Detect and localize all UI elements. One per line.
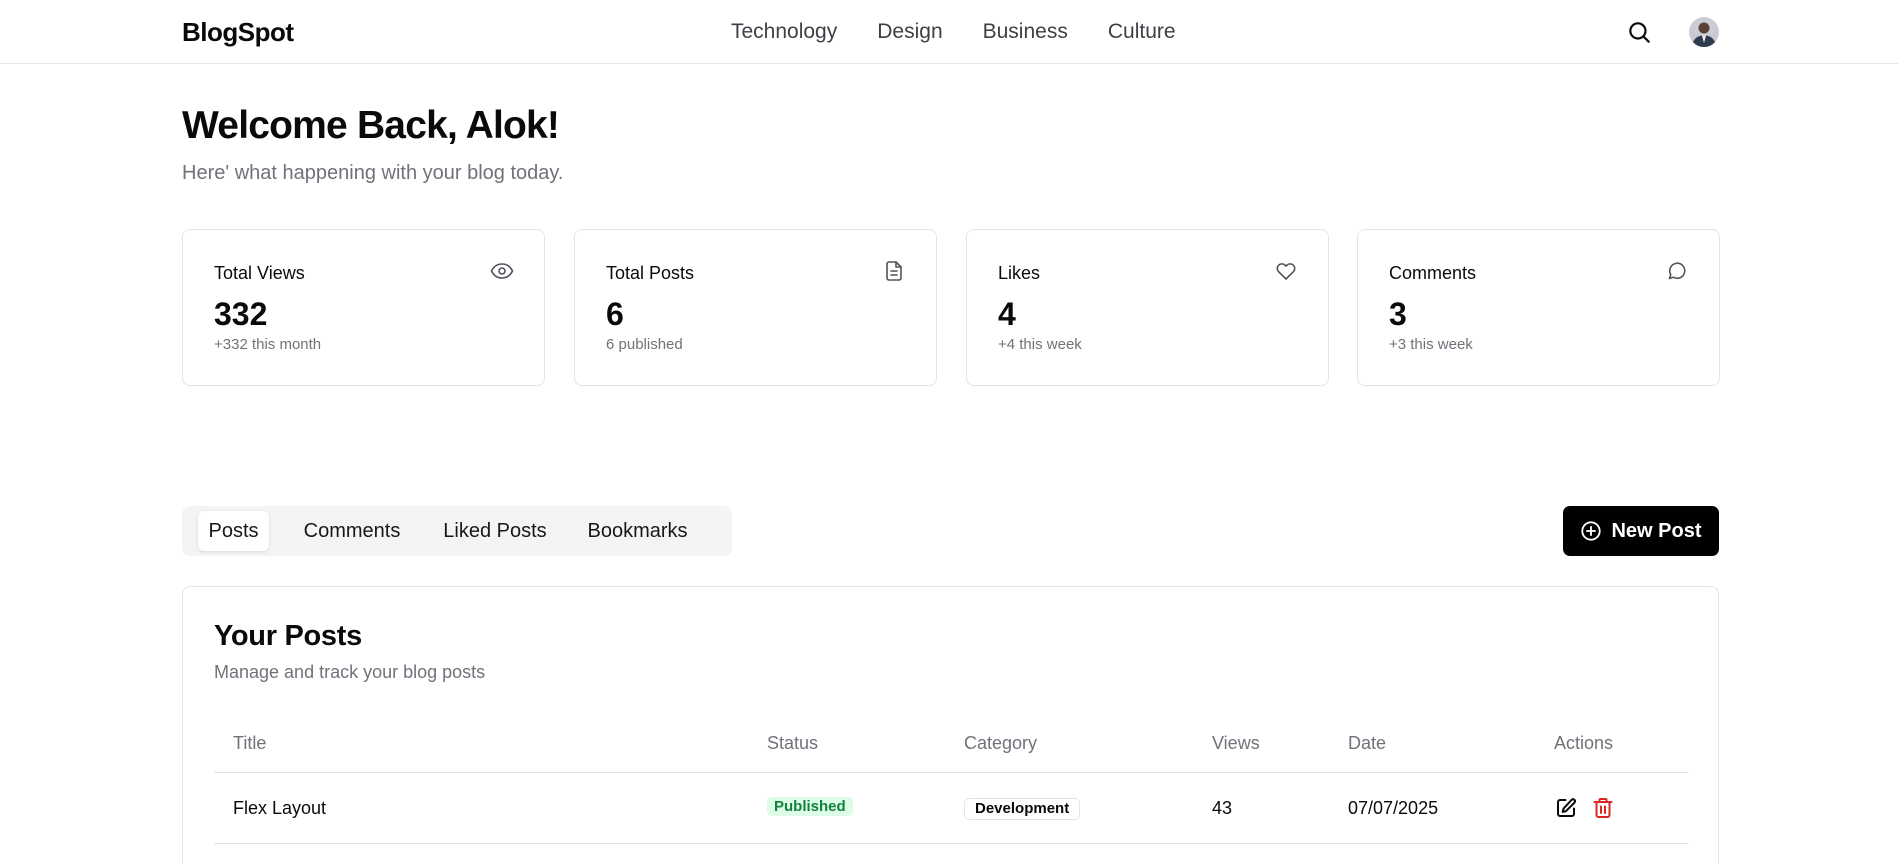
table-divider xyxy=(214,843,1689,844)
category-badge: Development xyxy=(964,798,1081,820)
stat-title: Likes xyxy=(998,263,1041,283)
tab-bookmarks[interactable]: Bookmarks xyxy=(577,511,698,551)
column-header-date[interactable]: Date xyxy=(1348,733,1386,754)
stat-note: +332 this month xyxy=(214,336,322,353)
new-post-button[interactable]: New Post xyxy=(1563,506,1719,556)
dashboard-tabs: Posts Comments Liked Posts Bookmarks xyxy=(182,506,732,556)
column-header-views[interactable]: Views xyxy=(1212,733,1260,754)
message-icon xyxy=(1665,259,1689,283)
tab-liked-posts[interactable]: Liked Posts xyxy=(432,511,558,551)
stat-note: +4 this week xyxy=(998,336,1082,353)
posts-panel: Your Posts Manage and track your blog po… xyxy=(182,586,1719,863)
posts-title: Your Posts xyxy=(214,620,362,652)
welcome-subtitle: Here' what happening with your blog toda… xyxy=(182,162,564,184)
plus-circle-icon xyxy=(1581,521,1602,541)
stat-title: Total Views xyxy=(214,263,305,283)
stat-title: Comments xyxy=(1389,263,1477,283)
main-nav: Technology Design Business Culture xyxy=(731,20,1176,44)
avatar[interactable] xyxy=(1689,17,1719,47)
stat-value: 4 xyxy=(998,296,1016,332)
stat-card-comments: Comments 3 +3 this week xyxy=(1357,229,1720,386)
column-header-category[interactable]: Category xyxy=(964,733,1037,754)
search-icon[interactable] xyxy=(1626,19,1652,45)
stat-card-likes: Likes 4 +4 this week xyxy=(966,229,1329,386)
stat-note: +3 this week xyxy=(1389,336,1473,353)
post-views: 43 xyxy=(1212,798,1233,818)
nav-link-business[interactable]: Business xyxy=(983,20,1068,44)
column-header-status[interactable]: Status xyxy=(767,733,818,754)
post-date: 07/07/2025 xyxy=(1348,798,1439,818)
heart-icon xyxy=(1274,259,1298,283)
column-header-actions: Actions xyxy=(1554,733,1614,753)
stat-value: 3 xyxy=(1389,296,1407,332)
brand-logo[interactable]: BlogSpot xyxy=(182,17,294,48)
stat-value: 332 xyxy=(214,296,268,332)
stat-title: Total Posts xyxy=(606,263,695,283)
status-badge: Published xyxy=(767,797,853,816)
new-post-label: New Post xyxy=(1611,519,1702,542)
post-title[interactable]: Flex Layout xyxy=(233,798,326,819)
column-header-title[interactable]: Title xyxy=(233,733,266,754)
top-nav-bar: BlogSpot Technology Design Business Cult… xyxy=(0,0,1898,64)
document-icon xyxy=(882,259,906,283)
stat-value: 6 xyxy=(606,296,624,332)
edit-icon[interactable] xyxy=(1554,796,1578,820)
stat-card-total-posts: Total Posts 6 6 published xyxy=(574,229,937,386)
delete-icon[interactable] xyxy=(1591,796,1615,820)
tab-comments[interactable]: Comments xyxy=(289,511,415,551)
table-divider xyxy=(214,772,1689,773)
nav-link-technology[interactable]: Technology xyxy=(731,20,837,44)
nav-link-design[interactable]: Design xyxy=(877,20,942,44)
nav-link-culture[interactable]: Culture xyxy=(1108,20,1176,44)
welcome-heading: Welcome Back, Alok! xyxy=(182,104,560,147)
posts-subtitle: Manage and track your blog posts xyxy=(214,662,486,682)
stat-note: 6 published xyxy=(606,336,683,353)
stat-card-total-views: Total Views 332 +332 this month xyxy=(182,229,545,386)
eye-icon xyxy=(490,259,514,283)
tab-posts[interactable]: Posts xyxy=(198,511,269,551)
